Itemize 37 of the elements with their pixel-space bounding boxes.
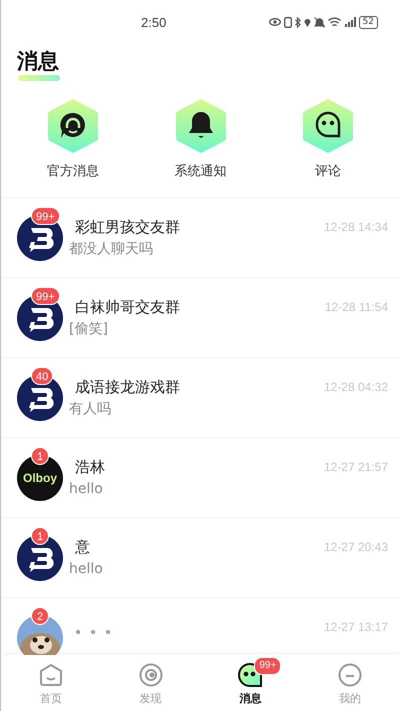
conversation-name: 。。。 xyxy=(75,617,121,638)
conversation-name: 浩林 xyxy=(75,457,106,478)
unread-badge: 40 xyxy=(31,367,54,385)
title-underline xyxy=(18,75,60,81)
tab-item[interactable]: 99+ 消息 xyxy=(200,655,300,711)
unread-badge: 2 xyxy=(31,607,49,625)
conversation-name: 成语接龙游戏群 xyxy=(75,377,181,398)
unread-badge: 99+ xyxy=(31,287,60,305)
unread-badge: 1 xyxy=(31,447,49,465)
message-preview: 有人吗 xyxy=(69,400,112,419)
home-icon xyxy=(38,662,64,688)
signal-icon xyxy=(344,16,356,28)
conversation-name: 白袜帅哥交友群 xyxy=(75,297,181,318)
unread-badge: 99+ xyxy=(254,656,282,674)
bell-off-icon xyxy=(314,16,325,28)
message-preview: hello xyxy=(69,480,104,499)
page-title: 消息 xyxy=(17,48,59,74)
unread-badge: 1 xyxy=(31,527,49,545)
battery-indicator: 52 xyxy=(358,16,378,28)
message-preview: hello xyxy=(69,560,104,579)
shortcut-label[interactable]: 系统通知 xyxy=(174,162,226,180)
status-time: 2:50 xyxy=(141,14,166,30)
shortcut-label[interactable]: 官方消息 xyxy=(47,162,99,180)
conversation-name: 彩虹男孩交友群 xyxy=(75,217,181,238)
conversation-name: 意 xyxy=(75,537,91,558)
wifi-icon xyxy=(328,17,341,27)
bell-icon[interactable] xyxy=(174,98,226,154)
shortcut-label[interactable]: 评论 xyxy=(315,162,341,180)
compass-icon xyxy=(138,662,164,688)
eye-icon xyxy=(268,18,281,26)
unread-badge: 99+ xyxy=(31,207,60,225)
message-preview: [偷笑] xyxy=(69,320,109,339)
location-icon xyxy=(304,17,311,27)
chat-headset-icon[interactable] xyxy=(47,98,99,154)
message-preview: 都没人聊天吗 xyxy=(69,240,154,259)
ghost-icon[interactable] xyxy=(302,98,354,154)
bluetooth-icon xyxy=(294,16,301,28)
